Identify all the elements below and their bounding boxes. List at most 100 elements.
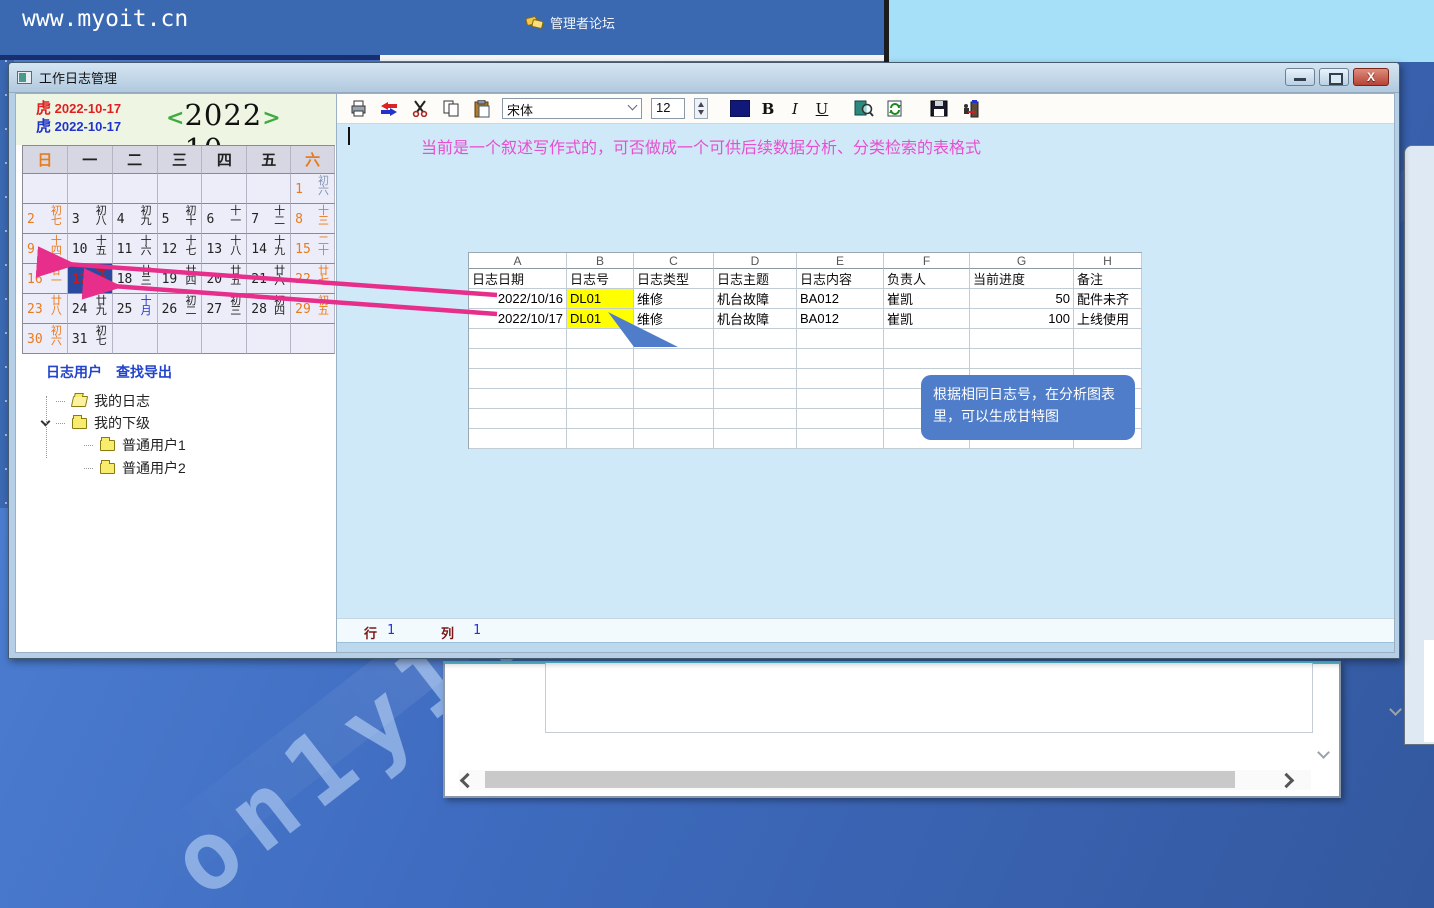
- scroll-down-icon[interactable]: [1391, 705, 1401, 715]
- sheet-cell-E4[interactable]: BA012: [797, 309, 884, 329]
- sheet-cell-empty[interactable]: [797, 329, 884, 349]
- calendar-day-30[interactable]: 30初 六: [23, 324, 68, 354]
- sheet-header-G[interactable]: 当前进度: [970, 269, 1074, 289]
- tree-item-2[interactable]: 我的下级: [56, 413, 150, 433]
- sheet-cell-empty[interactable]: [970, 329, 1074, 349]
- sheet-cell-empty[interactable]: [797, 409, 884, 429]
- calendar-day-16[interactable]: 16廿 一: [23, 264, 68, 294]
- sheet-cell-empty[interactable]: [567, 349, 634, 369]
- sheet-cell-empty[interactable]: [634, 389, 714, 409]
- sheet-cell-empty[interactable]: [567, 429, 634, 449]
- sheet-header-A[interactable]: 日志日期: [469, 269, 567, 289]
- scrollbar-thumb[interactable]: [485, 771, 1235, 788]
- calendar-day-7[interactable]: 7十 二: [247, 204, 291, 234]
- sheet-cell-empty[interactable]: [567, 409, 634, 429]
- sheet-cell-empty[interactable]: [567, 329, 634, 349]
- calendar-day-18[interactable]: 18廿 三: [113, 264, 158, 294]
- calendar-day-8[interactable]: 8十 三: [291, 204, 335, 234]
- exit-button[interactable]: [959, 99, 981, 119]
- column-letter-A[interactable]: A: [469, 253, 567, 269]
- sheet-cell-empty[interactable]: [1074, 329, 1142, 349]
- calendar-day-31[interactable]: 31初 七: [68, 324, 113, 354]
- sheet-cell-F4[interactable]: 崔凯: [884, 309, 970, 329]
- maximize-button[interactable]: [1319, 68, 1349, 86]
- sheet-cell-B3[interactable]: DL01: [567, 289, 634, 309]
- sheet-cell-empty[interactable]: [469, 369, 567, 389]
- calendar-day-27[interactable]: 27初 三: [202, 294, 247, 324]
- sheet-header-B[interactable]: 日志号: [567, 269, 634, 289]
- calendar-day-24[interactable]: 24廿 九: [68, 294, 113, 324]
- column-letter-F[interactable]: F: [884, 253, 970, 269]
- calendar-day-10[interactable]: 10十 五: [68, 234, 113, 264]
- sheet-cell-D3[interactable]: 机台故障: [714, 289, 797, 309]
- font-size-input[interactable]: 12: [651, 98, 685, 119]
- sheet-cell-empty[interactable]: [797, 349, 884, 369]
- calendar-day-26[interactable]: 26初 二: [158, 294, 203, 324]
- scroll-down-icon[interactable]: [1319, 748, 1329, 758]
- close-button[interactable]: [1353, 68, 1389, 86]
- sheet-cell-empty[interactable]: [970, 349, 1074, 369]
- sheet-cell-C4[interactable]: 维修: [634, 309, 714, 329]
- sheet-cell-F3[interactable]: 崔凯: [884, 289, 970, 309]
- horizontal-scrollbar[interactable]: [459, 770, 1311, 790]
- calendar-day-20[interactable]: 20廿 五: [202, 264, 247, 294]
- sheet-cell-B4[interactable]: DL01: [567, 309, 634, 329]
- sheet-cell-G3[interactable]: 50: [970, 289, 1074, 309]
- sheet-cell-empty[interactable]: [1074, 349, 1142, 369]
- tree-item-3[interactable]: 普通用户1: [84, 435, 186, 455]
- scroll-left-icon[interactable]: [459, 773, 471, 785]
- calendar-day-5[interactable]: 5初 十: [158, 204, 203, 234]
- column-letter-B[interactable]: B: [567, 253, 634, 269]
- sheet-cell-empty[interactable]: [714, 369, 797, 389]
- sheet-header-E[interactable]: 日志内容: [797, 269, 884, 289]
- font-family-select[interactable]: 宋体: [502, 98, 642, 119]
- year-prev-icon[interactable]: <: [166, 105, 184, 131]
- sheet-cell-empty[interactable]: [714, 389, 797, 409]
- sheet-cell-D4[interactable]: 机台故障: [714, 309, 797, 329]
- sheet-cell-empty[interactable]: [469, 349, 567, 369]
- sheet-cell-empty[interactable]: [634, 369, 714, 389]
- sheet-cell-empty[interactable]: [634, 429, 714, 449]
- paste-button[interactable]: [471, 99, 493, 119]
- sheet-cell-empty[interactable]: [714, 349, 797, 369]
- sheet-cell-empty[interactable]: [884, 329, 970, 349]
- sheet-cell-empty[interactable]: [797, 389, 884, 409]
- sheet-header-H[interactable]: 备注: [1074, 269, 1142, 289]
- bold-button[interactable]: B: [759, 100, 777, 118]
- sheet-cell-empty[interactable]: [714, 329, 797, 349]
- forum-link[interactable]: 管理者论坛: [526, 13, 615, 32]
- save-button[interactable]: [928, 99, 950, 119]
- sheet-cell-A4[interactable]: 2022/10/17: [469, 309, 567, 329]
- column-letter-H[interactable]: H: [1074, 253, 1142, 269]
- calendar-day-9[interactable]: 9十 四: [23, 234, 68, 264]
- tab-log-users[interactable]: 日志用户: [46, 362, 102, 382]
- sheet-cell-empty[interactable]: [634, 329, 714, 349]
- titlebar[interactable]: 工作日志管理: [9, 63, 1399, 93]
- copy-button[interactable]: [440, 99, 462, 119]
- calendar-day-29[interactable]: 29初 五: [291, 294, 335, 324]
- tree-item-1[interactable]: 我的日志: [56, 391, 150, 411]
- calendar-day-2[interactable]: 2初 七: [23, 204, 68, 234]
- font-size-stepper[interactable]: [694, 98, 708, 119]
- sheet-cell-empty[interactable]: [567, 369, 634, 389]
- sheet-cell-H4[interactable]: 上线使用: [1074, 309, 1142, 329]
- calendar-day-1[interactable]: 1初 六: [291, 174, 335, 204]
- calendar-day-14[interactable]: 14十 九: [247, 234, 291, 264]
- calendar-day-28[interactable]: 28初 四: [247, 294, 291, 324]
- sheet-cell-empty[interactable]: [469, 429, 567, 449]
- column-letter-E[interactable]: E: [797, 253, 884, 269]
- sheet-cell-empty[interactable]: [714, 429, 797, 449]
- column-letter-C[interactable]: C: [634, 253, 714, 269]
- calendar-day-12[interactable]: 12十 七: [158, 234, 203, 264]
- sheet-header-F[interactable]: 负责人: [884, 269, 970, 289]
- sheet-cell-C3[interactable]: 维修: [634, 289, 714, 309]
- calendar-day-23[interactable]: 23廿 八: [23, 294, 68, 324]
- column-letter-G[interactable]: G: [970, 253, 1074, 269]
- tab-search-export[interactable]: 查找导出: [116, 362, 172, 382]
- underline-button[interactable]: U: [813, 100, 831, 118]
- sheet-cell-empty[interactable]: [797, 369, 884, 389]
- tree-item-4[interactable]: 普通用户2: [84, 458, 186, 478]
- sheet-header-D[interactable]: 日志主题: [714, 269, 797, 289]
- calendar-day-19[interactable]: 19廿 四: [158, 264, 203, 294]
- calendar-day-17[interactable]: 17今 天: [68, 264, 113, 294]
